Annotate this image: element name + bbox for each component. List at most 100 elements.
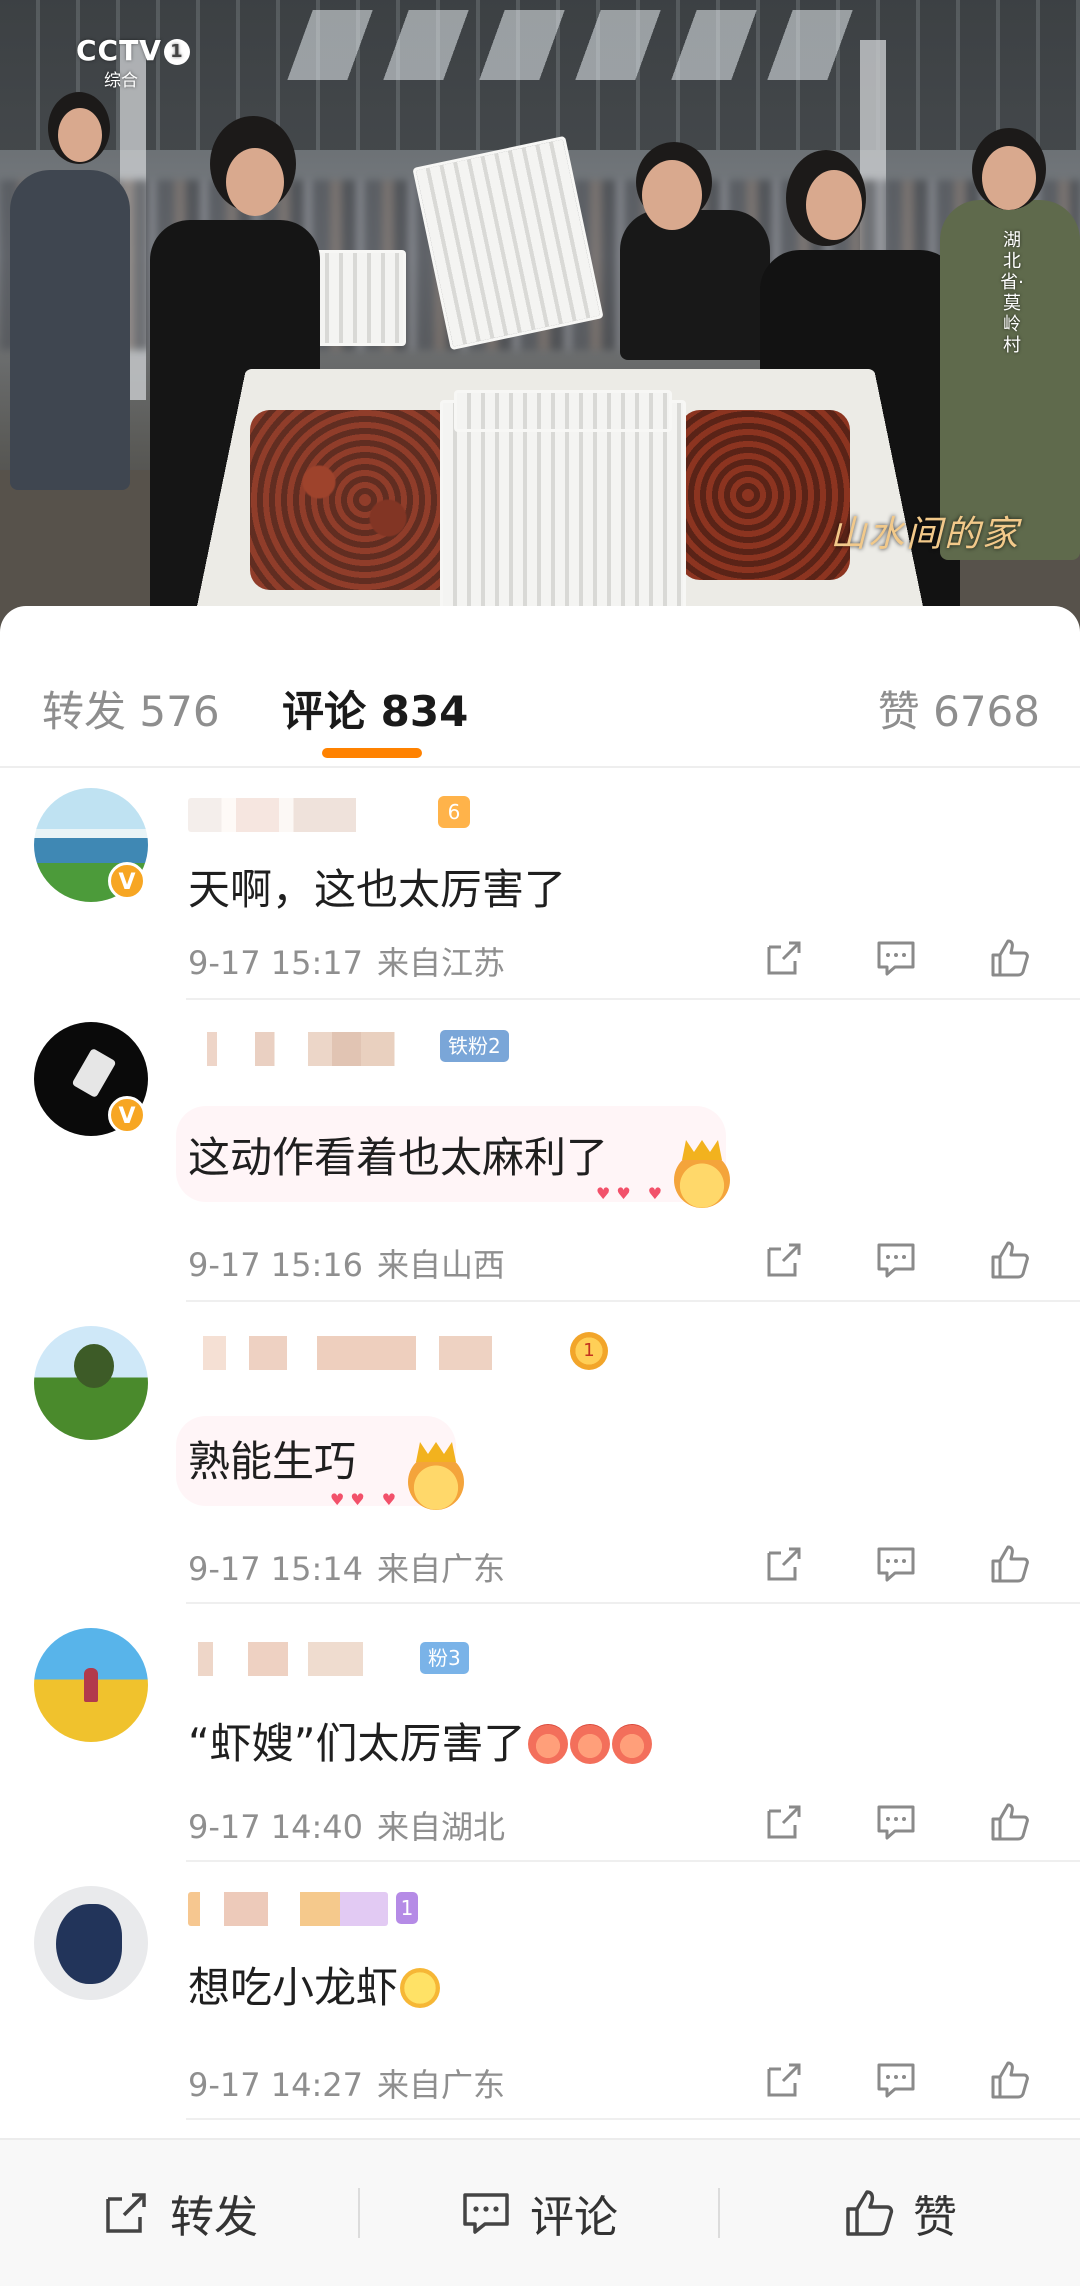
avatar[interactable] — [34, 1886, 148, 2000]
avatar[interactable] — [34, 1326, 148, 1440]
comment-icon[interactable] — [872, 2056, 920, 2104]
tab-repost-label: 转发 — [42, 687, 127, 736]
bottom-action-bar: 转发 评论 赞 — [0, 2138, 1080, 2286]
share-icon[interactable] — [760, 2056, 808, 2104]
worker-face — [806, 170, 862, 240]
comment-text-content: 熟能生巧 — [188, 1437, 357, 1486]
comment-meta: 9-17 14:27 来自广东 — [188, 2060, 505, 2106]
comment-time: 9-17 15:16 — [188, 1246, 364, 1284]
comment-icon[interactable] — [872, 1540, 920, 1588]
comment-icon[interactable] — [872, 1798, 920, 1846]
repost-button[interactable]: 转发 — [0, 2140, 358, 2286]
comment-button[interactable]: 评论 — [360, 2140, 718, 2286]
comment-text: 熟能生巧 — [188, 1428, 356, 1489]
medal-badge: 6 — [438, 796, 470, 828]
verified-badge-icon: V — [108, 862, 146, 900]
username-blurred[interactable] — [188, 1642, 438, 1676]
comment-time: 9-17 14:40 — [188, 1808, 364, 1846]
comment-text: “虾嫂”们太厉害了 — [188, 1710, 652, 1771]
comment-text-content: 天啊，这也太厉害了 — [188, 865, 567, 914]
crate-rim — [454, 390, 672, 432]
comment-location: 来自广东 — [377, 2066, 506, 2104]
username-blurred[interactable] — [188, 1032, 428, 1066]
comment-icon[interactable] — [872, 934, 920, 982]
fan-badge: 粉3 — [420, 1642, 469, 1674]
like-button[interactable]: 赞 — [720, 2140, 1080, 2286]
share-icon[interactable] — [760, 1798, 808, 1846]
username-blurred[interactable] — [188, 1892, 388, 1926]
comment-meta: 9-17 15:14 来自广东 — [188, 1544, 505, 1590]
verified-badge-icon: V — [108, 1096, 146, 1134]
comment-location: 来自江苏 — [377, 944, 506, 982]
tab-like[interactable]: 赞 6768 — [878, 678, 1040, 739]
comment-item[interactable]: V 铁粉2 这动作看着也太麻利了 ♥♥ ♥ 9-17 15:16 来自山西 — [0, 1002, 1080, 1302]
bystander-figure — [10, 170, 130, 490]
share-icon[interactable] — [760, 934, 808, 982]
like-button-label: 赞 — [913, 2192, 957, 2243]
comment-meta: 9-17 15:17 来自江苏 — [188, 938, 505, 984]
man-face — [642, 160, 702, 230]
thumbs-up-icon[interactable] — [986, 934, 1034, 982]
comment-icon[interactable] — [872, 1236, 920, 1284]
interaction-tabs: 转发 576 评论 834 赞 6768 — [0, 606, 1080, 768]
comment-divider — [186, 1300, 1080, 1302]
active-tab-indicator — [322, 748, 422, 758]
comment-meta: 9-17 14:40 来自湖北 — [188, 1802, 505, 1848]
bystander-face — [58, 108, 102, 162]
thumbs-up-icon[interactable] — [986, 1798, 1034, 1846]
tab-comment-label: 评论 — [282, 687, 367, 736]
tab-comment-count: 834 — [380, 687, 469, 736]
comment-item[interactable]: V 6 天啊，这也太厉害了 9-17 15:17 来自江苏 — [0, 768, 1080, 1000]
thumbs-up-icon[interactable] — [986, 2056, 1034, 2104]
program-title: 山水间的家 — [830, 514, 1021, 555]
comment-text-content: 这动作看着也太麻利了 — [188, 1133, 609, 1182]
thumbs-up-icon[interactable] — [986, 1236, 1034, 1284]
comment-text-content: “虾嫂”们太厉害了 — [188, 1719, 526, 1768]
comment-item[interactable]: 粉3 “虾嫂”们太厉害了 9-17 14:40 来自湖北 — [0, 1606, 1080, 1862]
comment-divider — [186, 2118, 1080, 2120]
crown-sticker-icon — [408, 1454, 464, 1510]
comments-panel: 转发 576 评论 834 赞 6768 V 6 天啊，这也太厉害了 9-17 … — [0, 606, 1080, 2284]
comment-text: 想吃小龙虾 — [188, 1954, 441, 2015]
comment-button-label: 评论 — [530, 2192, 618, 2243]
hearts-decoration: ♥♥ ♥ — [330, 1490, 403, 1509]
avatar[interactable] — [34, 1628, 148, 1742]
share-icon — [106, 2193, 146, 2233]
tab-comment[interactable]: 评论 834 — [282, 678, 468, 739]
channel-number: 1 — [163, 39, 190, 65]
comment-time: 9-17 15:17 — [188, 944, 364, 982]
tab-repost-count: 576 — [139, 687, 220, 736]
comment-divider — [186, 998, 1080, 1000]
channel-logo: CCTV 1 — [76, 34, 190, 67]
thumbs-up-icon — [846, 2190, 894, 2236]
comment-icon — [463, 2193, 509, 2234]
comment-item[interactable]: 1 想吃小龙虾 9-17 14:27 来自广东 — [0, 1864, 1080, 2120]
comment-text-content: 想吃小龙虾 — [188, 1963, 399, 2012]
tab-like-label: 赞 — [877, 687, 920, 736]
crayfish-pile — [680, 410, 850, 580]
emoji-icon — [527, 1724, 568, 1764]
username-blurred[interactable] — [188, 1336, 568, 1370]
video-player[interactable]: CCTV 1 综合 湖北省·莫岭村 山水间的家 — [0, 0, 1080, 640]
tab-repost[interactable]: 转发 576 — [42, 678, 220, 739]
channel-subtitle: 综合 — [104, 71, 138, 91]
comment-item[interactable]: 1 熟能生巧 ♥♥ ♥ 9-17 15:14 来自广东 — [0, 1304, 1080, 1604]
comment-location: 来自山西 — [377, 1246, 506, 1284]
level-badge: 1 — [396, 1892, 418, 1924]
man-figure — [620, 210, 770, 360]
worker-face — [226, 148, 284, 216]
hearts-decoration: ♥♥ ♥ — [596, 1184, 669, 1203]
comment-meta: 9-17 15:16 来自山西 — [188, 1240, 505, 1286]
thumbs-up-icon[interactable] — [986, 1540, 1034, 1588]
share-icon[interactable] — [760, 1540, 808, 1588]
iron-fan-badge: 铁粉2 — [440, 1030, 509, 1062]
location-caption: 湖北省·莫岭村 — [1000, 230, 1024, 356]
crown-sticker-icon — [674, 1152, 730, 1208]
username-blurred[interactable] — [188, 798, 428, 832]
repost-button-label: 转发 — [170, 2192, 258, 2243]
share-icon[interactable] — [760, 1236, 808, 1284]
video-ceiling-lights — [287, 10, 873, 80]
crown-badge-icon: 1 — [570, 1332, 608, 1370]
comment-divider — [186, 1860, 1080, 1862]
comment-text: 天啊，这也太厉害了 — [188, 856, 566, 917]
